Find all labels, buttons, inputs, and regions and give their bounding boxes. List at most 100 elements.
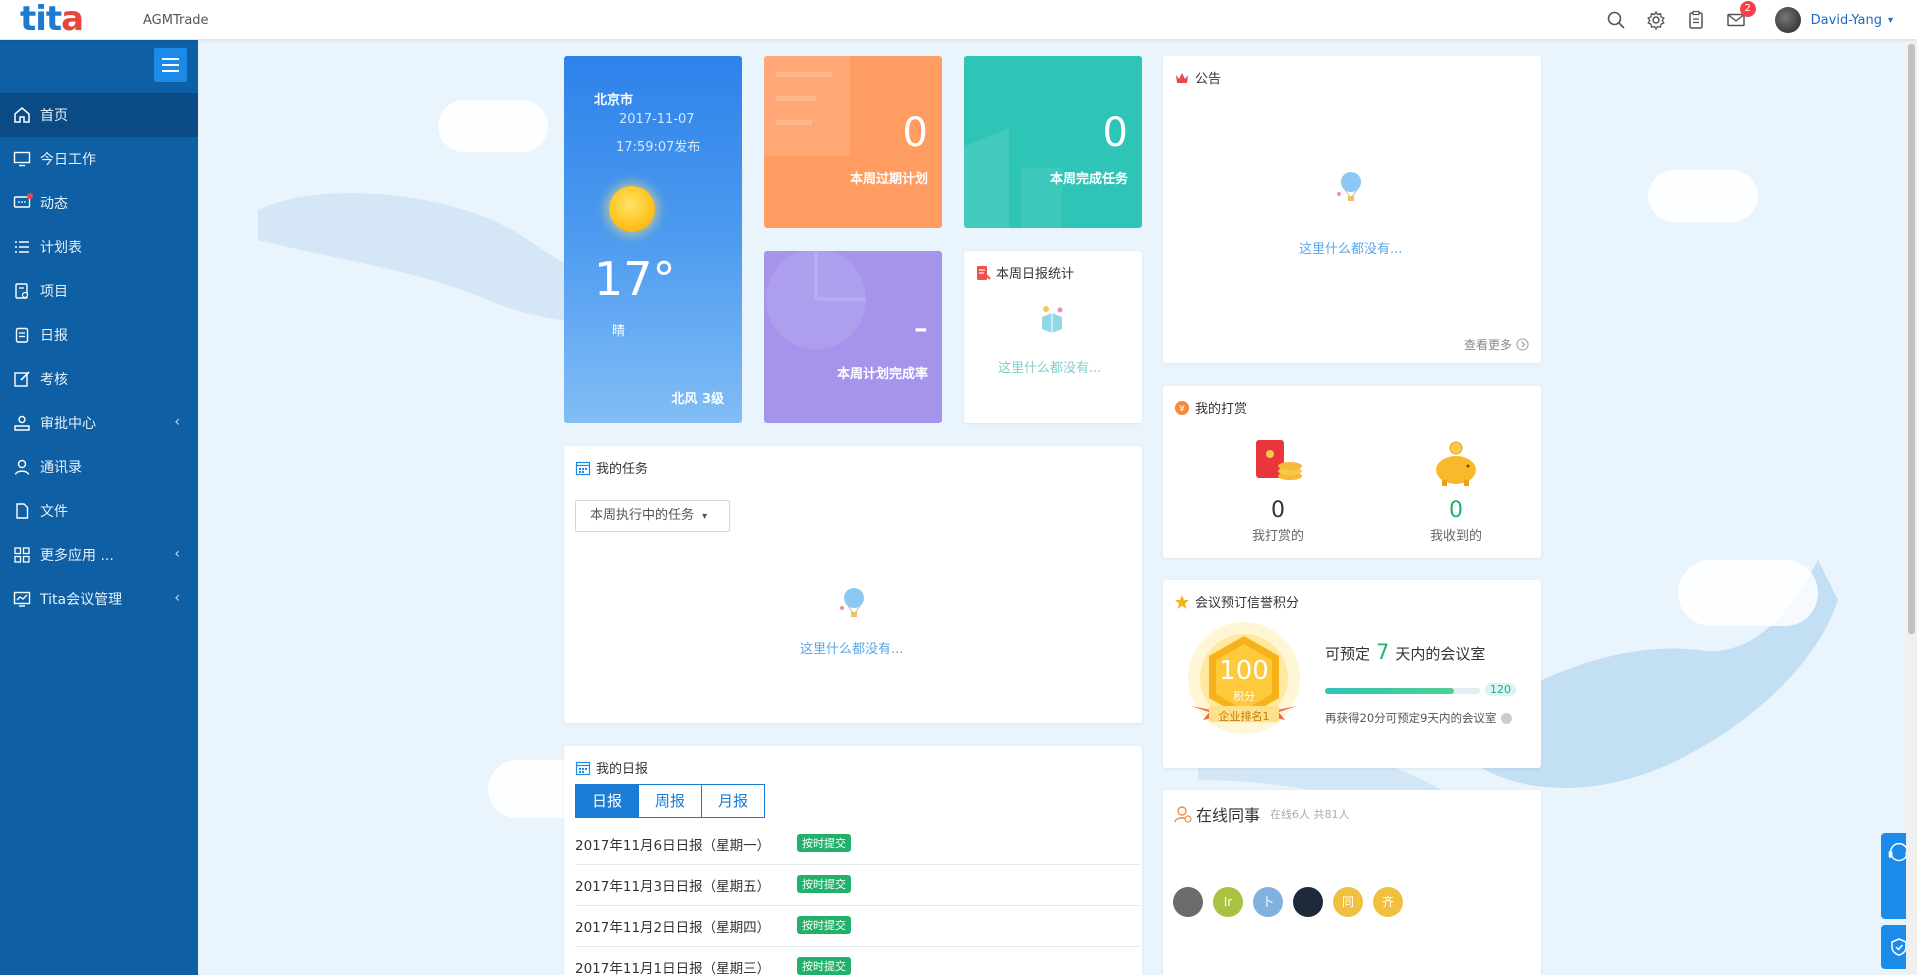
sidebar-item-plan[interactable]: 计划表 [0, 225, 198, 269]
report-icon [15, 327, 29, 343]
overdue-plan-count: 0 [902, 110, 928, 156]
report-title: 2017年11月3日日报（星期五） [575, 879, 771, 895]
avatar[interactable]: 卜 [1253, 887, 1283, 917]
sidebar-item-review[interactable]: 考核 [0, 357, 198, 401]
empty-box-icon [1042, 306, 1063, 333]
arrow-right-circle-icon [1516, 338, 1529, 351]
scrollbar[interactable] [1906, 40, 1917, 975]
reward-given[interactable]: 0 我打赏的 [1213, 440, 1343, 544]
mail-icon[interactable]: 2 [1725, 1, 1756, 31]
report-title: 2017年11月6日日报（星期一） [575, 838, 771, 854]
meeting-credit-card: 会议预订信誉积分 100 积分 企业排名1 可预定 7 天内的会议室 120 再… [1163, 580, 1541, 768]
grid-icon [14, 547, 30, 563]
sidebar-item-files[interactable]: 文件 [0, 489, 198, 533]
search-icon[interactable] [1605, 9, 1627, 31]
sidebar-item-approval[interactable]: 审批中心 ‹ [0, 401, 198, 445]
reward-received-label: 我收到的 [1429, 529, 1482, 544]
report-tabs: 日报 周报 月报 [575, 784, 765, 818]
completed-task-label: 本周完成任务 [1049, 172, 1128, 187]
status-badge: 按时提交 [797, 834, 851, 852]
company-name: AGMTrade [143, 13, 209, 28]
card-title: 会议预订信誉积分 [1174, 592, 1299, 611]
avatar[interactable] [1173, 887, 1203, 917]
card-title: 我的任务 [575, 458, 648, 477]
report-stats-icon [977, 265, 991, 280]
status-badge: 按时提交 [797, 957, 851, 975]
chevron-down-icon: ▾ [702, 511, 708, 522]
project-icon [15, 283, 29, 299]
score-value: 100 [1219, 656, 1269, 686]
top-bar: tita AGMTrade 2 David-Yang ▾ [0, 0, 1917, 40]
sidebar-item-label: 考核 [40, 372, 68, 388]
completed-task-card[interactable]: 0 本周完成任务 [964, 56, 1142, 228]
card-title: 公告 [1174, 68, 1221, 87]
task-filter-select[interactable]: 本周执行中的任务 ▾ [575, 500, 730, 532]
report-row[interactable]: 2017年11月6日日报（星期一） 按时提交 [575, 824, 1140, 865]
report-title: 2017年11月2日日报（星期四） [575, 920, 771, 936]
online-colleagues-card: 在线同事 在线6人 共81人 Ir 卜 同 齐 [1163, 790, 1541, 975]
star-icon [1175, 594, 1189, 609]
sidebar-item-project[interactable]: 项目 [0, 269, 198, 313]
weather-date: 2017-11-07 [619, 112, 695, 127]
sidebar-item-daily-report[interactable]: 日报 [0, 313, 198, 357]
empty-balloon-icon [1337, 172, 1361, 201]
piggy-bank-icon [1436, 441, 1476, 486]
report-row[interactable]: 2017年11月1日日报（星期三） 按时提交 [575, 947, 1140, 975]
score-unit: 积分 [1233, 690, 1255, 703]
overdue-plan-card[interactable]: 0 本周过期计划 [764, 56, 942, 228]
calendar-icon [575, 761, 591, 775]
report-row[interactable]: 2017年11月2日日报（星期四） 按时提交 [575, 906, 1140, 947]
sidebar-item-label: 首页 [40, 108, 68, 124]
user-menu[interactable]: David-Yang ▾ [1774, 7, 1893, 33]
sidebar-item-feed[interactable]: 动态 [0, 181, 198, 225]
sidebar-item-label: Tita会议管理 [40, 592, 123, 608]
sidebar-item-contacts[interactable]: 通讯录 [0, 445, 198, 489]
view-more-link[interactable]: 查看更多 [1464, 336, 1529, 353]
sidebar-item-label: 日报 [40, 328, 68, 344]
help-icon[interactable] [1501, 712, 1513, 724]
sidebar-item-today-work[interactable]: 今日工作 [0, 137, 198, 181]
avatar[interactable]: 齐 [1373, 887, 1403, 917]
scrollbar-thumb[interactable] [1908, 44, 1915, 634]
sidebar-item-meeting[interactable]: Tita会议管理 ‹ [0, 577, 198, 621]
empty-message: 这里什么都没有... [998, 361, 1102, 376]
card-title: 我的日报 [575, 758, 648, 777]
sidebar-item-more-apps[interactable]: 更多应用 ... ‹ [0, 533, 198, 577]
empty-balloon-icon [840, 588, 864, 617]
sidebar-item-label: 通讯录 [40, 460, 82, 476]
sidebar-item-label: 今日工作 [40, 152, 96, 168]
tab-daily[interactable]: 日报 [575, 784, 639, 818]
weather-time: 17:59:07发布 [616, 140, 701, 155]
menu-toggle-icon[interactable] [154, 48, 187, 82]
avatar[interactable] [1293, 887, 1323, 917]
tab-weekly[interactable]: 周报 [638, 784, 702, 818]
online-summary: 在线6人 共81人 [1270, 808, 1350, 821]
plan-completion-rate: - [913, 305, 928, 351]
chevron-left-icon: ‹ [174, 546, 180, 562]
user-icon [14, 459, 30, 475]
sidebar-item-label: 计划表 [40, 240, 82, 256]
booking-days: 7 [1376, 640, 1390, 664]
reward-received[interactable]: 0 我收到的 [1391, 440, 1521, 544]
sidebar-item-label: 文件 [40, 504, 68, 520]
score-progress-fill [1325, 688, 1455, 694]
sidebar: 首页 今日工作 动态 计划表 项目 日报 考核 审批中心 ‹ 通讯录 文件 更多… [0, 40, 198, 975]
clipboard-icon[interactable] [1685, 9, 1707, 31]
avatar[interactable]: 同 [1333, 887, 1363, 917]
score-progress-max: 120 [1485, 683, 1516, 696]
score-progress-bar [1325, 688, 1480, 694]
my-reports-card: 我的日报 日报 周报 月报 2017年11月6日日报（星期一） 按时提交 201… [564, 746, 1142, 975]
completed-task-count: 0 [1102, 110, 1128, 156]
gear-icon[interactable] [1645, 9, 1667, 31]
my-tasks-card: 我的任务 本周执行中的任务 ▾ 这里什么都没有... [564, 446, 1142, 723]
tita-logo[interactable]: tita [20, 0, 84, 40]
sidebar-item-home[interactable]: 首页 [0, 93, 198, 137]
tab-monthly[interactable]: 月报 [701, 784, 765, 818]
report-row[interactable]: 2017年11月3日日报（星期五） 按时提交 [575, 865, 1140, 906]
weather-card: 北京市 2017-11-07 17:59:07发布 17° 晴 北风 3级 [564, 56, 742, 423]
plan-completion-rate-card[interactable]: - 本周计划完成率 [764, 251, 942, 423]
crown-icon [1176, 72, 1188, 83]
sun-icon [609, 186, 655, 232]
avatar[interactable]: Ir [1213, 887, 1243, 917]
sidebar-item-label: 项目 [40, 284, 68, 300]
